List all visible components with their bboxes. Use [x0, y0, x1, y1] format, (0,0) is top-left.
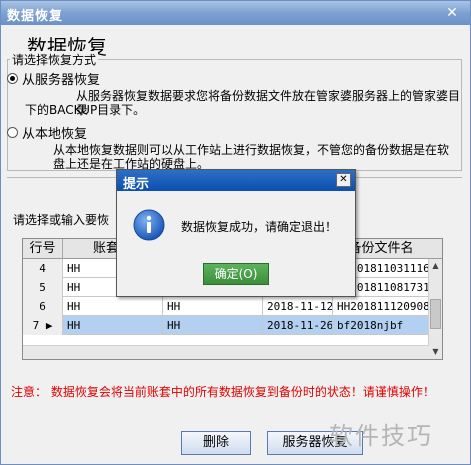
warning-note: 注意： 数据恢复会将当前账套中的所有数据恢复到备份时的状态！请谨慎操作！: [11, 385, 435, 399]
table-cell: HH: [163, 316, 263, 335]
radio-server-indicator[interactable]: [7, 73, 18, 84]
restore-mode-legend: 请选择恢复方式: [10, 51, 99, 68]
table-cell: 2018-11-26: [263, 316, 333, 335]
table-row-selected[interactable]: 7 ▶ HH HH 2018-11-26 bf2018njbf: [23, 316, 429, 335]
window-titlebar: 数据恢复 ✕: [1, 1, 470, 25]
select-prompt: 请选择或输入要恢: [13, 213, 110, 227]
column-header[interactable]: 行号: [23, 239, 63, 259]
table-cell: 2018-11-12: [263, 297, 333, 316]
table-row[interactable]: 6 HH HH 2018-11-12 HH201811120908150: [23, 297, 429, 316]
row-pointer-icon: ▶: [45, 319, 53, 332]
delete-button[interactable]: 删除: [181, 431, 251, 455]
row-number: 7 ▶: [23, 316, 63, 335]
radio-server-label: 从服务器恢复: [22, 73, 101, 88]
table-cell: HH: [63, 297, 163, 316]
local-desc-line1: 从本地恢复数据则可以从工作站上进行数据恢复，不管您的备份数据是在软: [53, 143, 450, 157]
close-icon[interactable]: ✕: [336, 173, 351, 187]
radio-local-label: 从本地恢复: [22, 127, 88, 142]
scroll-thumb[interactable]: [430, 299, 441, 329]
ok-button[interactable]: 确定(O): [203, 263, 269, 285]
radio-server-restore[interactable]: 从服务器恢复: [7, 69, 100, 88]
vertical-scrollbar[interactable]: ▲ ▼: [428, 259, 442, 359]
dialog-title: 提示: [123, 177, 150, 192]
radio-local-restore[interactable]: 从本地恢复: [7, 123, 87, 142]
table-cell: HH: [63, 316, 163, 335]
row-number: 5: [23, 278, 63, 297]
info-icon: [133, 209, 165, 241]
table-cell: bf2018njbf: [333, 316, 429, 335]
horizontal-scrollbar[interactable]: [23, 345, 429, 359]
row-number: 6: [23, 297, 63, 316]
server-desc-line2: 下的BACKUP目录下。: [25, 103, 146, 117]
row-number: 4: [23, 259, 63, 278]
dialog-message: 数据恢复成功，请确定退出！: [181, 220, 338, 234]
table-cell: HH201811120908150: [333, 297, 429, 316]
close-icon[interactable]: ✕: [444, 5, 460, 21]
info-dialog: 提示 ✕ 数据恢复成功，请确定退出！ 确定(O): [116, 169, 356, 297]
scroll-down-icon[interactable]: ▼: [429, 345, 442, 359]
window-title: 数据恢复: [7, 9, 64, 24]
dialog-titlebar: 提示 ✕: [117, 170, 355, 192]
watermark: 软件技巧: [329, 422, 433, 450]
scroll-up-icon[interactable]: ▲: [429, 259, 442, 273]
table-cell: HH: [163, 297, 263, 316]
radio-local-indicator[interactable]: [7, 127, 18, 138]
